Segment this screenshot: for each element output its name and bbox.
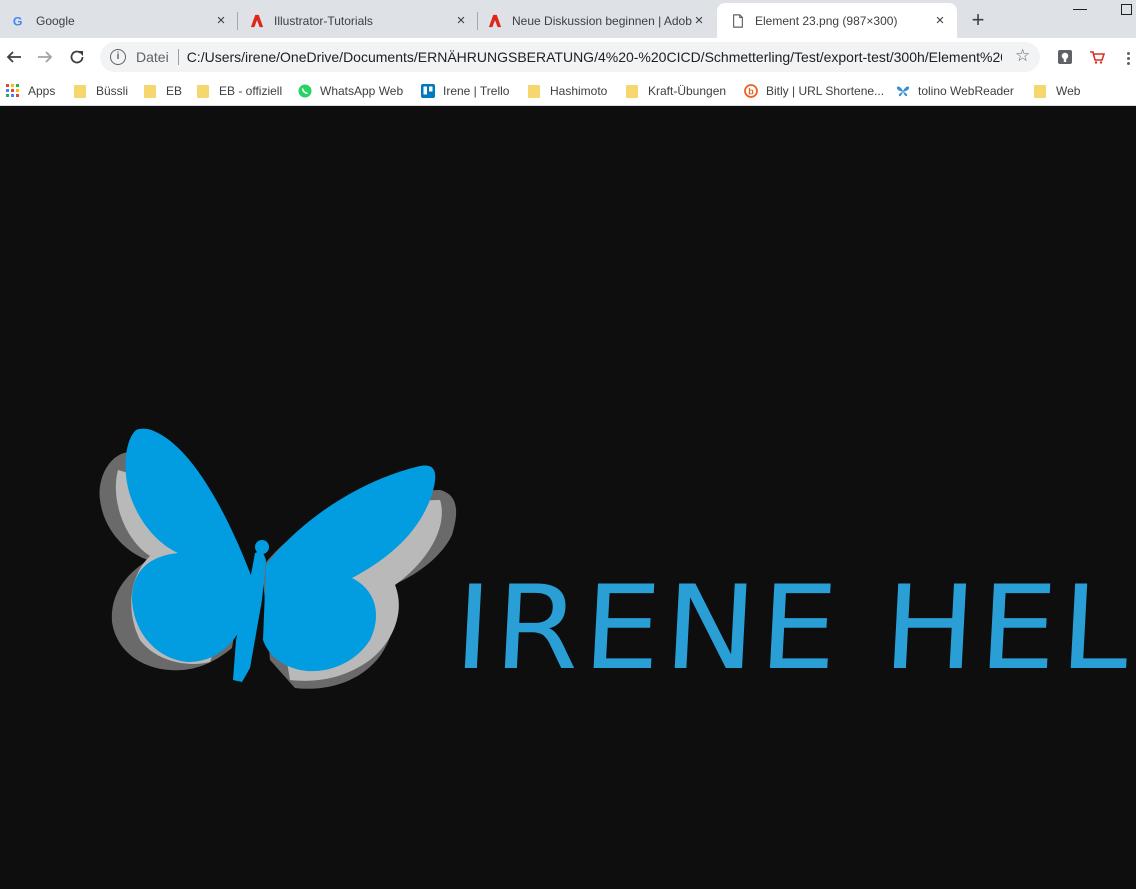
image-viewer: IRENE HELD bbox=[0, 106, 1136, 889]
apps-grid-icon bbox=[6, 84, 19, 97]
adobe-icon bbox=[250, 14, 264, 27]
close-icon[interactable]: × bbox=[214, 13, 228, 28]
bookmark-whatsapp[interactable]: WhatsApp Web bbox=[298, 81, 403, 101]
tab-title: Neue Diskussion beginnen | Adobe bbox=[512, 13, 692, 28]
adobe-icon bbox=[488, 14, 502, 27]
forward-button[interactable] bbox=[33, 45, 57, 69]
bookmark-buessli[interactable]: Büssli bbox=[74, 81, 128, 101]
file-icon bbox=[733, 13, 743, 28]
bitly-icon: b bbox=[744, 84, 758, 98]
bookmark-web[interactable]: Web bbox=[1034, 81, 1080, 101]
bookmark-bitly[interactable]: b Bitly | URL Shortene... bbox=[744, 81, 884, 101]
folder-icon bbox=[74, 84, 86, 98]
bookmark-label: tolino WebReader bbox=[918, 84, 1014, 98]
new-tab-plus-icon[interactable]: + bbox=[969, 9, 987, 31]
close-icon[interactable]: × bbox=[692, 13, 706, 28]
bookmark-label: Apps bbox=[28, 84, 56, 98]
star-bookmark-icon[interactable]: ☆ bbox=[1015, 46, 1030, 66]
tab-title: Illustrator-Tutorials bbox=[274, 13, 373, 28]
bookmark-label: Web bbox=[1056, 84, 1081, 98]
bookmark-eb[interactable]: EB bbox=[144, 81, 182, 101]
security-label: Datei bbox=[136, 49, 169, 65]
google-icon: G bbox=[13, 14, 23, 28]
butterfly-logo-image bbox=[99, 428, 457, 689]
bookmark-trello[interactable]: Irene | Trello bbox=[421, 81, 509, 101]
brand-wordmark: IRENE HELD bbox=[451, 560, 1136, 696]
folder-icon bbox=[528, 84, 540, 98]
tab-title: Element 23.png (987×300) bbox=[755, 13, 898, 28]
menu-dots-icon[interactable] bbox=[1127, 52, 1130, 65]
bookmark-label: Bitly | URL Shortene... bbox=[766, 84, 885, 98]
reload-icon bbox=[70, 50, 84, 64]
extension-icon[interactable] bbox=[1057, 49, 1073, 65]
browser-toolbar: i Datei C:/Users/irene/OneDrive/Document… bbox=[0, 38, 1136, 76]
bookmark-apps[interactable]: Apps bbox=[6, 81, 55, 101]
bookmark-label: WhatsApp Web bbox=[320, 84, 404, 98]
address-bar[interactable]: i Datei C:/Users/irene/OneDrive/Document… bbox=[100, 42, 1040, 72]
bookmark-tolino[interactable]: tolino WebReader bbox=[896, 81, 1014, 101]
arrow-left-icon bbox=[6, 51, 21, 63]
bookmark-label: Büssli bbox=[96, 84, 129, 98]
minimize-icon[interactable] bbox=[1073, 9, 1087, 11]
svg-text:G: G bbox=[13, 14, 23, 28]
svg-text:b: b bbox=[748, 87, 754, 97]
close-icon[interactable]: × bbox=[454, 13, 468, 28]
bookmark-label: EB - offiziell bbox=[219, 84, 283, 98]
folder-icon bbox=[626, 84, 638, 98]
tab-illustrator-tutorials[interactable]: Illustrator-Tutorials × bbox=[238, 3, 478, 38]
back-button[interactable] bbox=[2, 45, 26, 69]
bookmark-hashimoto[interactable]: Hashimoto bbox=[528, 81, 607, 101]
tab-title: Google bbox=[36, 13, 75, 28]
reload-button[interactable] bbox=[65, 45, 89, 69]
bookmark-label: Irene | Trello bbox=[443, 84, 510, 98]
info-icon[interactable]: i bbox=[110, 49, 126, 65]
bookmark-label: Kraft-Übungen bbox=[648, 84, 727, 98]
bookmark-label: Hashimoto bbox=[550, 84, 608, 98]
divider bbox=[177, 49, 179, 65]
bookmark-kraft-uebungen[interactable]: Kraft-Übungen bbox=[626, 81, 726, 101]
tab-google[interactable]: G Google × bbox=[0, 3, 238, 38]
close-icon[interactable]: × bbox=[933, 13, 947, 28]
cart-extension-icon[interactable] bbox=[1089, 49, 1105, 65]
bookmarks-bar: Apps Büssli EB EB - offiziell WhatsApp W… bbox=[0, 76, 1136, 106]
maximize-icon[interactable] bbox=[1121, 4, 1132, 15]
butterfly-icon bbox=[896, 86, 910, 97]
bookmark-eb-offiziell[interactable]: EB - offiziell bbox=[197, 81, 282, 101]
folder-icon bbox=[1034, 84, 1046, 98]
whatsapp-icon bbox=[298, 84, 312, 98]
trello-icon bbox=[421, 84, 435, 98]
folder-icon bbox=[197, 84, 209, 98]
arrow-right-icon bbox=[38, 51, 53, 63]
tab-neue-diskussion[interactable]: Neue Diskussion beginnen | Adobe × bbox=[478, 3, 716, 38]
tab-element-23[interactable]: Element 23.png (987×300) × bbox=[717, 3, 957, 38]
url-text[interactable]: C:/Users/irene/OneDrive/Documents/ERNÄHR… bbox=[187, 49, 1002, 65]
bookmark-label: EB bbox=[166, 84, 183, 98]
folder-icon bbox=[144, 84, 156, 98]
tab-strip: G Google × Illustrator-Tutorials × Neue … bbox=[0, 0, 1136, 38]
